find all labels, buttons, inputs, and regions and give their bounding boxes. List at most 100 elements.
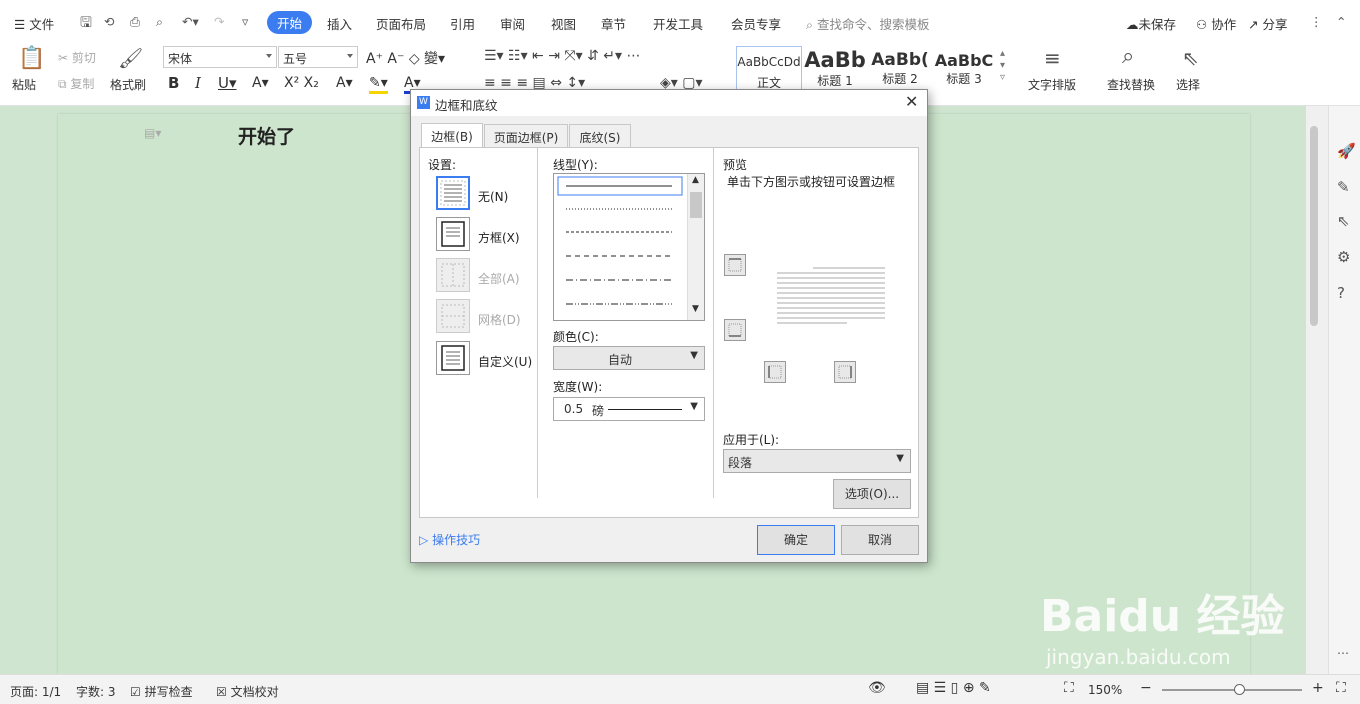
color-select[interactable]: 自动 ▼ [553,346,705,370]
quick-access-dropdown-icon[interactable]: ▿ [242,14,248,29]
border-top-button[interactable] [724,254,746,276]
help-icon[interactable]: ? [1337,284,1345,302]
style-scroll-icon[interactable]: ▴ ▾ ▿ [1000,48,1005,84]
text-layout-icon[interactable]: ≡ [1044,46,1061,70]
zoom-out-icon[interactable]: − [1140,680,1152,696]
setting-none-button[interactable] [436,176,470,210]
find-replace-button[interactable]: 查找替换 [1107,76,1155,93]
font-family-select[interactable]: 宋体 [163,46,277,68]
tab-insert[interactable]: 插入 [327,14,352,33]
tab-references[interactable]: 引用 [450,14,475,33]
tab-shading[interactable]: 底纹(S) [569,124,631,147]
grow-font-icon[interactable]: A⁺ A⁻ ◇ 變▾ [366,48,445,68]
more-icon[interactable]: ⋮ [1310,14,1323,29]
view-icons[interactable]: ▤ ☰ ▯ ⊕ ✎ [916,680,991,696]
command-search[interactable]: ⌕ 查找命令、搜索模板 [806,14,930,33]
tab-review[interactable]: 审阅 [500,14,525,33]
style-heading1[interactable]: AaBb 标题 1 [802,46,868,92]
setting-custom-button[interactable] [436,341,470,375]
preview-icon[interactable]: ⌕ [156,14,163,30]
redo-icon[interactable]: ↷ [214,14,224,29]
underline-icon[interactable]: U▾ [218,74,237,92]
zoom-in-icon[interactable]: + [1312,680,1324,696]
document-text[interactable]: 开始了 [238,122,295,149]
zoom-slider-thumb[interactable] [1234,684,1245,695]
apply-to-select[interactable]: 段落 ▼ [723,449,911,473]
cut-button[interactable]: ✂ 剪切 [58,49,96,66]
chevron-down-icon[interactable]: ▼ [692,304,699,314]
tab-view[interactable]: 视图 [551,14,576,33]
font-size-select[interactable]: 五号 [278,46,358,68]
border-bottom-button[interactable] [724,319,746,341]
share-doc-icon[interactable]: ⟲ [104,14,114,29]
bold-icon[interactable]: B [168,74,179,92]
fullscreen-icon[interactable]: ⛶ [1336,680,1346,696]
tab-borders[interactable]: 边框(B) [421,123,483,148]
rocket-icon[interactable]: 🚀 [1337,142,1356,160]
page-indicator[interactable]: 页面: 1/1 [10,683,61,700]
tab-home[interactable]: 开始 [267,11,313,34]
pen-icon[interactable]: ✎ [1337,178,1350,196]
style-heading2[interactable]: AaBb(标题 2 [868,46,932,92]
spell-check-button[interactable]: ☑ 拼写检查 [130,683,193,700]
select-button[interactable]: 选择 [1176,76,1200,93]
options-button[interactable]: 选项(O)... [833,479,911,509]
tab-page-layout[interactable]: 页面布局 [376,14,426,33]
magnifier-icon[interactable]: ⌕ [1122,44,1134,69]
vertical-scrollbar[interactable] [1306,106,1328,674]
chevron-up-icon[interactable]: ▲ [692,175,699,185]
setting-grid-button[interactable] [436,299,470,333]
more-icon[interactable]: ⋯ [1337,646,1349,660]
line-style-list[interactable]: ▲ ▼ [553,173,705,321]
tab-section[interactable]: 章节 [601,14,626,33]
text-effect-icon[interactable]: A▾ [336,75,353,91]
format-painter-button[interactable]: 格式刷 [110,76,146,93]
paste-icon[interactable]: 📋 [18,46,45,71]
paragraph-icon[interactable]: ▤▾ [144,126,161,140]
zoom-level[interactable]: 150% [1088,683,1122,697]
brush-icon[interactable]: 🖌 [118,46,143,70]
list-icons[interactable]: ☰▾ ☷▾ ⇤ ⇥ ⤧▾ ⇵ ↵▾ ⋯ [484,48,640,64]
unsaved-status[interactable]: ☁未保存 [1126,14,1176,33]
share-button[interactable]: ↗ 分享 [1248,14,1287,33]
sliders-icon[interactable]: ⚙ [1337,248,1350,266]
superscript-icon[interactable]: X² X₂ [284,75,319,91]
text-layout-button[interactable]: 文字排版 [1028,76,1076,93]
undo-icon[interactable]: ↶▾ [182,14,199,29]
save-icon[interactable]: 🖫 [80,12,92,36]
italic-icon[interactable]: I [195,74,201,92]
cursor-icon[interactable]: ⇖ [1182,46,1199,70]
print-icon[interactable]: ⎙ [130,14,140,30]
proofread-button[interactable]: ☒ 文档校对 [216,683,279,700]
highlight-icon[interactable]: ✎▾ [369,75,388,94]
tab-member[interactable]: 会员专享 [731,14,781,33]
border-left-button[interactable] [764,361,786,383]
width-select[interactable]: 0.5 磅 ▼ [553,397,705,421]
style-heading3[interactable]: AaBbC 标题 3 [932,46,996,92]
strikethrough-icon[interactable]: A▾ [252,75,269,91]
setting-box-button[interactable] [436,217,470,251]
preview-paragraph-lines[interactable] [775,266,887,328]
paste-button[interactable]: 粘贴 [12,76,36,93]
tab-developer[interactable]: 开发工具 [653,14,703,33]
eye-icon[interactable]: 👁 [868,680,886,696]
collapse-icon[interactable]: ⌃ [1336,14,1346,29]
ok-button[interactable]: 确定 [757,525,835,555]
border-right-button[interactable] [834,361,856,383]
file-menu[interactable]: ☰ 文件 [14,14,54,33]
close-icon[interactable]: ✕ [905,92,918,111]
setting-all-button[interactable] [436,258,470,292]
tab-page-borders[interactable]: 页面边框(P) [484,124,568,147]
cancel-button[interactable]: 取消 [841,525,919,555]
collab-button[interactable]: ⚇ 协作 [1196,14,1236,33]
scroll-thumb[interactable] [1310,126,1318,326]
tips-link[interactable]: ▷ 操作技巧 [419,531,480,548]
scroll-thumb[interactable] [690,192,702,218]
fit-icon[interactable]: ⛶ [1064,680,1074,696]
word-count[interactable]: 字数: 3 [76,683,116,700]
zoom-slider[interactable] [1162,684,1302,695]
style-normal[interactable]: AaBbCcDd 正文 [736,46,802,92]
line-style-scrollbar[interactable]: ▲ ▼ [687,174,704,320]
pointer-icon[interactable]: ⇖ [1337,212,1350,230]
copy-button[interactable]: ⧉ 复制 [58,75,94,92]
